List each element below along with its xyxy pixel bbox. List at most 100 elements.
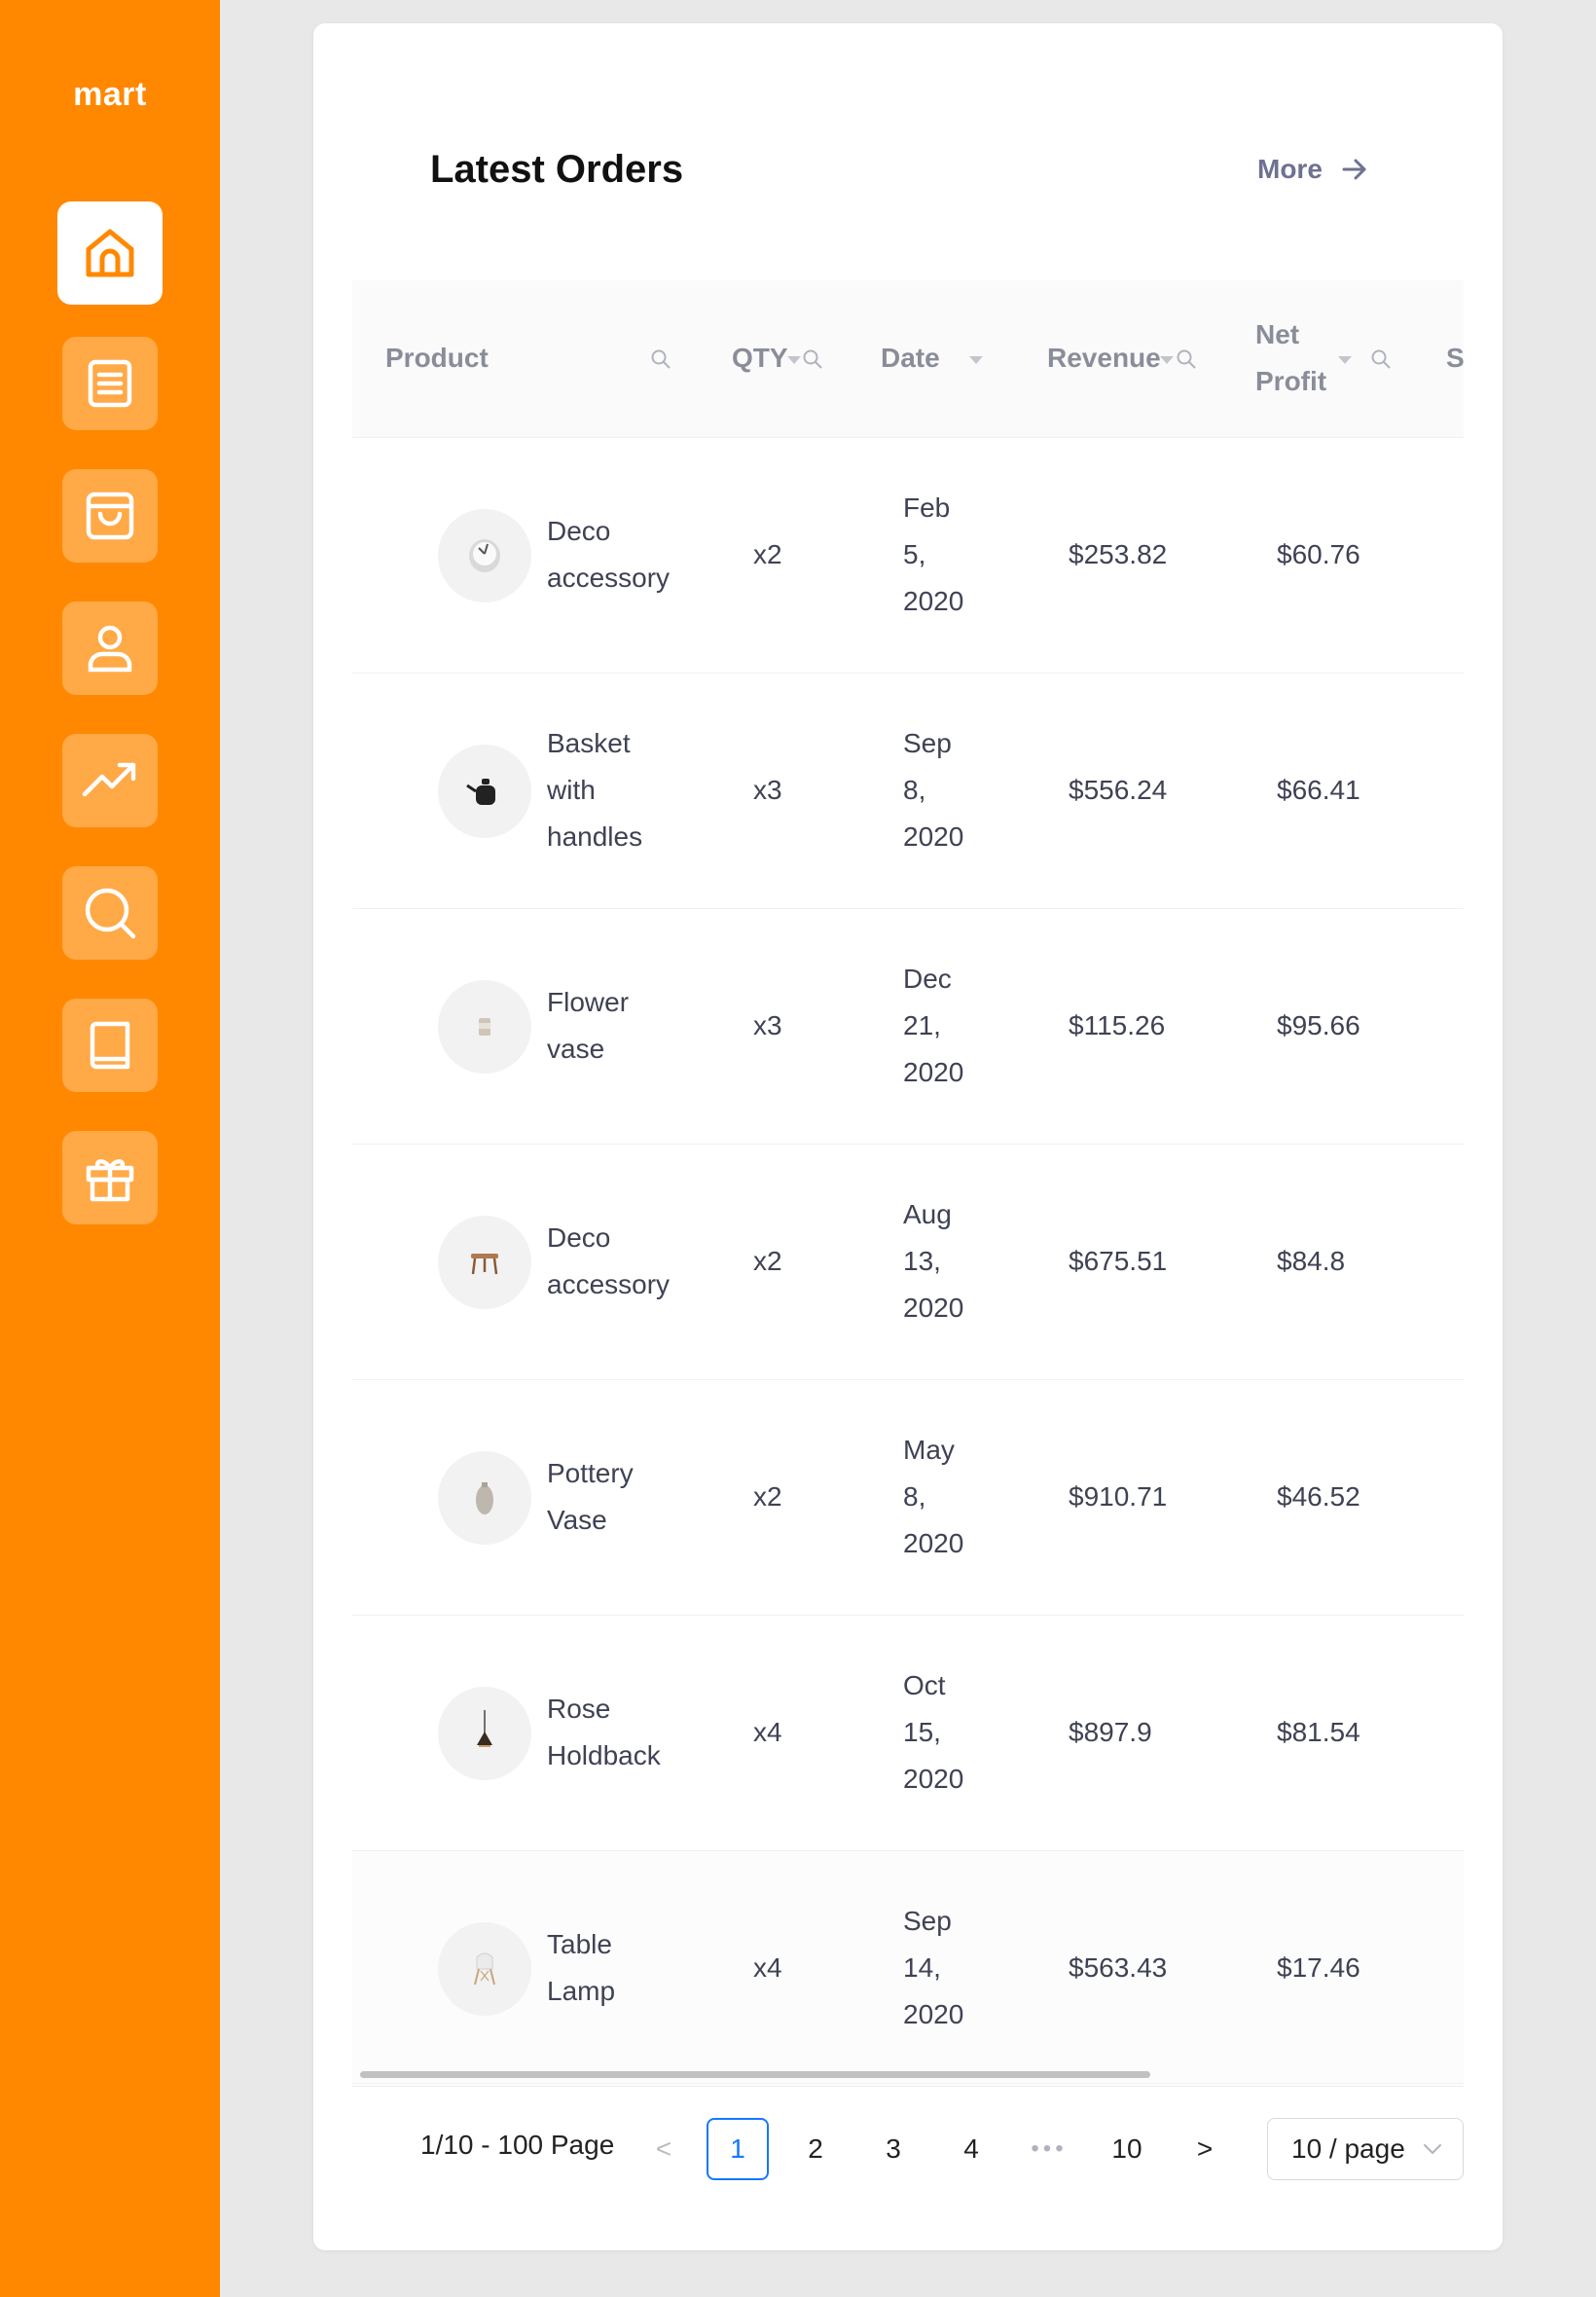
date-line: 2020 xyxy=(903,1057,964,1087)
nav-documents[interactable] xyxy=(62,337,158,430)
nav-shop[interactable] xyxy=(62,469,158,563)
product-name-line: with xyxy=(547,775,596,805)
product-name-line: Table xyxy=(547,1929,612,1959)
order-date: Feb 5, 2020 xyxy=(903,485,991,625)
nav-search[interactable] xyxy=(62,866,158,960)
horizontal-scrollbar[interactable] xyxy=(360,2071,1150,2078)
latest-orders-card: Latest Orders More Product QTY Date Reve… xyxy=(313,23,1503,2250)
net-profit-value: $81.54 xyxy=(1277,1717,1360,1747)
sort-caret-icon[interactable] xyxy=(1338,356,1352,364)
product-name-line: Basket xyxy=(547,728,631,758)
order-date: Dec 21, 2020 xyxy=(903,956,991,1096)
date-line: Sep xyxy=(903,1906,952,1936)
revenue-value: $253.82 xyxy=(1069,539,1168,569)
product-name-line: Flower xyxy=(547,987,630,1017)
product-name: Pottery Vase xyxy=(547,1450,693,1544)
product-name-line: vase xyxy=(547,1034,605,1064)
order-date: May 8, 2020 xyxy=(903,1427,991,1567)
net-profit-value: $46.52 xyxy=(1277,1481,1360,1512)
nav-home[interactable] xyxy=(57,201,163,305)
more-link[interactable]: More xyxy=(1257,154,1369,185)
table-row[interactable]: Table Lamp x4 Sep 14, 2020 $563.43 $17.4… xyxy=(352,1851,1464,2087)
col-product: Product xyxy=(385,343,489,373)
book-icon xyxy=(90,1021,130,1070)
date-line: 2020 xyxy=(903,1528,964,1558)
product-name-line: Deco xyxy=(547,516,611,546)
page-button-3[interactable]: 3 xyxy=(862,2118,925,2180)
revenue-value: $897.9 xyxy=(1069,1717,1152,1747)
shopping-bag-icon xyxy=(86,492,134,540)
table-row[interactable]: Deco accessory x2 Feb 5, 2020 $253.82 $6… xyxy=(352,438,1464,674)
nav-users[interactable] xyxy=(62,602,158,695)
date-line: Dec xyxy=(903,964,952,994)
col-net-profit-line2: Profit xyxy=(1255,366,1327,396)
product-name: Deco accessory xyxy=(547,508,693,602)
prev-page-button[interactable]: < xyxy=(633,2118,695,2180)
page-button-2[interactable]: 2 xyxy=(784,2118,847,2180)
sort-caret-icon[interactable] xyxy=(1160,356,1174,364)
date-line: May xyxy=(903,1435,955,1465)
filter-search-icon[interactable] xyxy=(1176,348,1197,370)
date-line: 5, xyxy=(903,539,926,569)
qty-value: x3 xyxy=(753,775,782,805)
product-name: Flower vase xyxy=(547,979,693,1073)
product-name: Basket with handles xyxy=(547,720,693,860)
table-row[interactable]: Pottery Vase x2 May 8, 2020 $910.71 $46.… xyxy=(352,1380,1464,1616)
clock-icon xyxy=(469,539,500,572)
next-page-button[interactable]: > xyxy=(1174,2118,1236,2180)
pendant-lamp-icon xyxy=(477,1710,492,1747)
product-name: Deco accessory xyxy=(547,1215,693,1308)
nav-rewards[interactable] xyxy=(62,1131,158,1224)
product-thumbnail xyxy=(438,745,531,838)
product-thumbnail xyxy=(438,1922,531,2016)
col-revenue: Revenue xyxy=(1047,343,1161,373)
order-date: Sep 14, 2020 xyxy=(903,1898,991,2038)
product-name-line: handles xyxy=(547,821,643,852)
more-label: More xyxy=(1257,154,1323,184)
pagination: 1/10 - 100 Page < 1 2 3 4 ••• 10 > 10 / … xyxy=(313,2118,1503,2180)
nav-analytics[interactable] xyxy=(62,734,158,827)
nav-library[interactable] xyxy=(62,999,158,1092)
gift-icon xyxy=(86,1159,134,1202)
page-button-1[interactable]: 1 xyxy=(707,2118,769,2180)
net-profit-value: $66.41 xyxy=(1277,775,1360,805)
product-name-line: accessory xyxy=(547,1269,671,1299)
table-row[interactable]: Flower vase x3 Dec 21, 2020 $115.26 $95.… xyxy=(352,909,1464,1145)
page-size-select[interactable]: 10 / page xyxy=(1267,2118,1464,2180)
net-profit-value: $95.66 xyxy=(1277,1010,1360,1040)
filter-search-icon[interactable] xyxy=(802,348,823,370)
col-net-profit-line1: Net xyxy=(1255,319,1300,349)
revenue-value: $556.24 xyxy=(1069,775,1168,805)
product-thumbnail xyxy=(438,1216,531,1309)
product-name-line: Holdback xyxy=(547,1740,661,1770)
sort-caret-icon[interactable] xyxy=(787,356,801,364)
product-name: Table Lamp xyxy=(547,1921,693,2015)
kettle-icon xyxy=(466,779,495,805)
date-line: 2020 xyxy=(903,1999,964,2029)
chevron-down-icon xyxy=(1424,2144,1441,2155)
table-row[interactable]: Deco accessory x2 Aug 13, 2020 $675.51 $… xyxy=(352,1145,1464,1380)
vase-icon xyxy=(476,1482,493,1514)
search-icon xyxy=(85,888,136,939)
page-button-10[interactable]: 10 xyxy=(1096,2118,1158,2180)
revenue-value: $675.51 xyxy=(1069,1246,1168,1276)
filter-search-icon[interactable] xyxy=(1370,348,1392,370)
divider xyxy=(352,2083,1464,2084)
product-name: Rose Holdback xyxy=(547,1686,693,1779)
table-row[interactable]: Basket with handles x3 Sep 8, 2020 $556.… xyxy=(352,674,1464,909)
brand-logo[interactable]: mart xyxy=(0,76,220,114)
date-line: 8, xyxy=(903,1481,926,1512)
product-name-line: Lamp xyxy=(547,1976,616,2006)
order-date: Aug 13, 2020 xyxy=(903,1191,991,1331)
date-line: 14, xyxy=(903,1952,941,1983)
net-profit-value: $17.46 xyxy=(1277,1952,1360,1983)
home-icon xyxy=(86,229,134,277)
order-date: Sep 8, 2020 xyxy=(903,720,991,860)
col-qty: QTY xyxy=(732,343,788,373)
page-button-4[interactable]: 4 xyxy=(940,2118,1002,2180)
table-row[interactable]: Rose Holdback x4 Oct 15, 2020 $897.9 $81… xyxy=(352,1616,1464,1851)
more-pages-ellipsis[interactable]: ••• xyxy=(1018,2118,1080,2180)
filter-search-icon[interactable] xyxy=(650,348,671,370)
sort-caret-icon[interactable] xyxy=(969,356,983,364)
qty-value: x3 xyxy=(753,1010,782,1040)
